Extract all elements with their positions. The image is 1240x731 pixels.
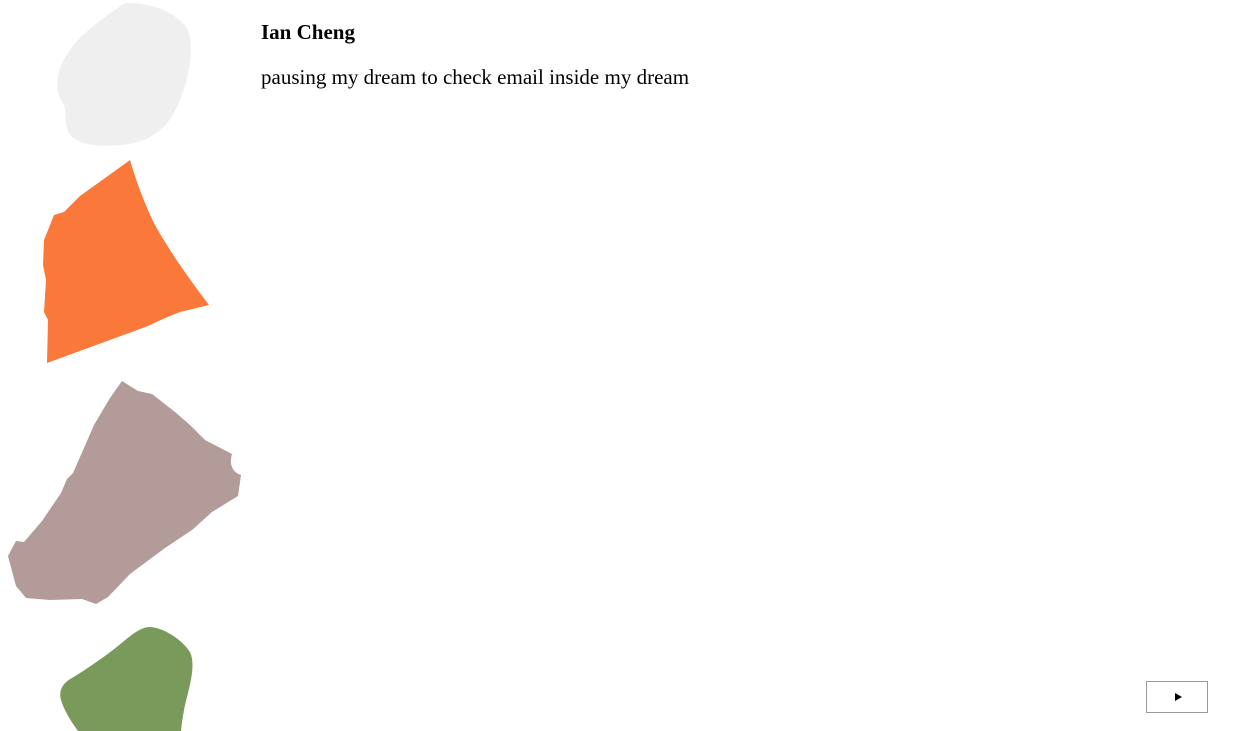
post-author: Ian Cheng xyxy=(261,20,355,44)
post-message: pausing my dream to check email inside m… xyxy=(261,65,690,89)
post-content: Ian Cheng pausing my dream to check emai… xyxy=(261,18,689,91)
play-button[interactable] xyxy=(1146,681,1208,713)
decorative-shapes xyxy=(8,2,241,731)
play-icon xyxy=(1174,693,1182,701)
blob-light-gray xyxy=(57,2,191,146)
blob-orange xyxy=(43,160,209,363)
blob-mauve xyxy=(8,381,241,604)
blob-green xyxy=(60,627,193,731)
